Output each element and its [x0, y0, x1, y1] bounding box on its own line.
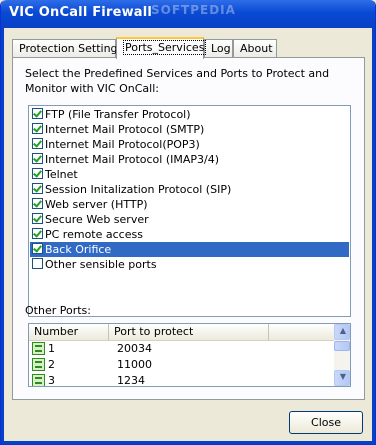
port-number: 2 [48, 358, 55, 371]
port-row[interactable]: 3 1234 [29, 373, 335, 387]
service-item-back-orifice[interactable]: Back Orifice [30, 242, 349, 257]
tab-ports-services[interactable]: Ports_Services [116, 37, 207, 59]
service-item-telnet[interactable]: Telnet [30, 167, 349, 182]
port-icon [32, 342, 45, 355]
service-item-other-ports[interactable]: Other sensible ports [30, 257, 349, 272]
service-item-ftp[interactable]: FTP (File Transfer Protocol) [30, 107, 349, 122]
tab-label: Ports_Services [123, 40, 207, 55]
service-item-pop3[interactable]: Internet Mail Protocol(POP3) [30, 137, 349, 152]
service-label: Web server (HTTP) [45, 198, 148, 211]
service-item-https[interactable]: Secure Web server [30, 212, 349, 227]
checkbox[interactable] [32, 108, 43, 119]
services-checklist[interactable]: FTP (File Transfer Protocol) Internet Ma… [28, 105, 351, 317]
checkbox[interactable] [32, 228, 43, 239]
column-header-port[interactable]: Port to protect [109, 324, 269, 340]
services-description: Select the Predefined Services and Ports… [25, 67, 330, 95]
arrow-down-icon: ▼ [339, 372, 347, 381]
port-icon [32, 374, 45, 386]
port-row[interactable]: 1 20034 [29, 341, 335, 357]
port-row[interactable]: 2 11000 [29, 357, 335, 373]
checkbox[interactable] [32, 168, 43, 179]
port-value: 1234 [117, 374, 145, 387]
service-label: Session Initalization Protocol (SIP) [45, 183, 232, 196]
port-value: 20034 [117, 342, 152, 355]
window-title: VIC OnCall Firewall [9, 5, 153, 20]
service-label: Internet Mail Protocol (SMTP) [45, 123, 205, 136]
column-header-number[interactable]: Number [29, 324, 109, 340]
port-number: 3 [48, 374, 55, 387]
tab-protection-settings[interactable]: Protection Settings [12, 39, 123, 57]
service-label: Internet Mail Protocol (IMAP3/4) [45, 153, 220, 166]
arrow-up-icon: ▲ [339, 326, 347, 335]
port-icon [32, 358, 45, 371]
checkbox[interactable] [32, 258, 43, 269]
service-item-remote-access[interactable]: PC remote access [30, 227, 349, 242]
other-ports-list[interactable]: Number Port to protect 1 20034 2 11000 3… [28, 323, 351, 387]
other-ports-label: Other Ports: [25, 304, 91, 317]
checkbox[interactable] [32, 153, 43, 164]
firewall-window: VIC OnCall Firewall SOFTPEDIA Protection… [0, 0, 376, 445]
window-frame-right [372, 28, 375, 444]
service-item-sip[interactable]: Session Initalization Protocol (SIP) [30, 182, 349, 197]
scroll-up-button[interactable]: ▲ [334, 324, 350, 340]
service-label: PC remote access [45, 228, 143, 241]
checkbox[interactable] [32, 243, 43, 254]
tab-label: Protection Settings [19, 42, 124, 55]
service-label: Internet Mail Protocol(POP3) [45, 138, 200, 151]
title-bar[interactable]: VIC OnCall Firewall SOFTPEDIA [1, 0, 375, 28]
service-label: Secure Web server [45, 213, 149, 226]
checkbox[interactable] [32, 123, 43, 134]
scroll-down-button[interactable]: ▼ [334, 370, 350, 386]
vertical-scrollbar[interactable]: ▲ ▼ [334, 324, 350, 386]
window-frame-bottom [1, 441, 375, 444]
checkbox[interactable] [32, 183, 43, 194]
scroll-thumb[interactable] [334, 341, 350, 351]
service-label: Back Orifice [45, 243, 112, 256]
ports-services-panel: Select the Predefined Services and Ports… [12, 57, 365, 400]
service-item-imap[interactable]: Internet Mail Protocol (IMAP3/4) [30, 152, 349, 167]
tab-label: About [240, 42, 273, 55]
port-value: 11000 [117, 358, 152, 371]
service-label: Other sensible ports [45, 258, 157, 271]
close-button[interactable]: Close [289, 411, 363, 434]
softpedia-watermark: SOFTPEDIA [151, 3, 236, 17]
list-header: Number Port to protect [29, 324, 335, 341]
tab-label: Log [211, 42, 231, 55]
tab-log[interactable]: Log [204, 39, 233, 57]
port-number: 1 [48, 342, 55, 355]
checkbox[interactable] [32, 138, 43, 149]
service-label: FTP (File Transfer Protocol) [45, 108, 191, 121]
service-label: Telnet [45, 168, 78, 181]
service-item-http[interactable]: Web server (HTTP) [30, 197, 349, 212]
checkbox[interactable] [32, 213, 43, 224]
service-item-smtp[interactable]: Internet Mail Protocol (SMTP) [30, 122, 349, 137]
checkbox[interactable] [32, 198, 43, 209]
tab-about[interactable]: About [233, 39, 277, 57]
window-frame-left [1, 28, 4, 444]
